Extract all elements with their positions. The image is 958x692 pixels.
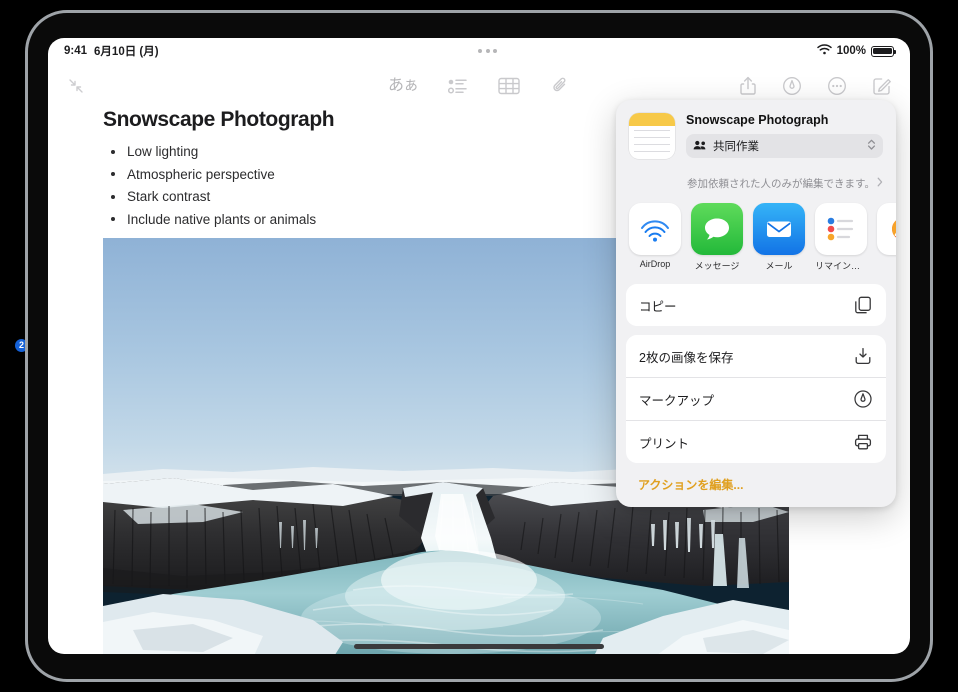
text-format-button[interactable]: あぁ: [388, 78, 419, 94]
share-sheet-header-main: Snowscape Photograph 共同作業: [686, 113, 883, 158]
action-label: 2枚の画像を保存: [639, 350, 734, 365]
people-icon: [693, 140, 707, 153]
status-date: 6月10日 (月): [94, 46, 159, 58]
status-time: 9:41: [64, 45, 88, 57]
more-ellipsis-icon[interactable]: [827, 76, 847, 96]
permission-row[interactable]: 参加依頼された人のみが編集できます。: [616, 169, 896, 201]
toolbar-center: あぁ: [236, 76, 722, 96]
ipad-device: 9:41 6月10日 (月) 100% あぁ Snowscape Photogr…: [25, 10, 933, 682]
toolbar-left: [66, 76, 236, 96]
messages-icon: [691, 203, 743, 255]
collaboration-label: 共同作業: [713, 141, 759, 153]
multitask-dots-icon[interactable]: [478, 49, 498, 53]
share-app-freeform[interactable]: フ: [877, 203, 896, 272]
share-app-label: メッセージ: [694, 261, 740, 271]
markup-pen-icon[interactable]: [782, 76, 802, 96]
action-save-images[interactable]: 2枚の画像を保存: [626, 335, 886, 377]
notes-app-icon: [629, 113, 675, 159]
collaboration-select[interactable]: 共同作業: [686, 134, 883, 158]
action-print[interactable]: プリント: [626, 420, 886, 463]
save-image-icon: [853, 346, 873, 366]
share-app-mail[interactable]: メール: [753, 203, 805, 272]
battery-percent: 100%: [836, 45, 866, 57]
share-icon[interactable]: [739, 76, 757, 96]
markup-pen-icon: [853, 389, 873, 409]
action-group-primary: コピー: [626, 284, 886, 326]
share-app-label: リマインダー: [815, 261, 867, 271]
freeform-icon: [877, 203, 896, 255]
status-bar-right: 100%: [816, 44, 897, 58]
chevron-up-down-icon: [867, 138, 876, 154]
home-indicator[interactable]: [354, 644, 604, 649]
share-app-messages[interactable]: メッセージ: [691, 203, 743, 272]
edit-actions-link[interactable]: アクションを編集...: [616, 472, 896, 499]
copy-icon: [853, 295, 873, 315]
action-label: コピー: [639, 299, 677, 314]
share-app-label: メール: [765, 261, 793, 271]
collapse-arrows-icon[interactable]: [66, 76, 86, 96]
share-app-label: フ: [877, 259, 896, 272]
battery-icon: [871, 45, 897, 57]
reminders-icon: [815, 203, 867, 255]
share-sheet: Snowscape Photograph 共同作業 参加依頼された人のみが編集で…: [616, 100, 896, 507]
toolbar-right: [722, 76, 892, 96]
status-bar-left: 9:41 6月10日 (月): [64, 43, 159, 59]
share-document-title: Snowscape Photograph: [686, 113, 829, 127]
ipad-screen: 9:41 6月10日 (月) 100% あぁ Snowscape Photogr…: [48, 38, 910, 654]
share-app-label: AirDrop: [639, 259, 671, 269]
compose-icon[interactable]: [872, 76, 892, 96]
airdrop-icon: [629, 203, 681, 255]
share-app-airdrop[interactable]: AirDrop: [629, 203, 681, 272]
paperclip-icon[interactable]: [550, 76, 570, 96]
table-icon[interactable]: [498, 77, 520, 95]
share-app-row: AirDrop メッセージ メール リマインダー: [616, 201, 896, 284]
action-label: プリント: [639, 436, 690, 451]
status-bar: 9:41 6月10日 (月) 100%: [48, 38, 910, 64]
checklist-icon[interactable]: [447, 78, 468, 95]
chevron-right-icon: [877, 177, 883, 190]
action-label: マークアップ: [639, 393, 715, 408]
status-bar-center: [159, 49, 817, 53]
action-copy[interactable]: コピー: [626, 284, 886, 326]
share-sheet-header: Snowscape Photograph 共同作業: [616, 100, 896, 169]
action-markup[interactable]: マークアップ: [626, 377, 886, 420]
printer-icon: [853, 432, 873, 452]
share-app-reminders[interactable]: リマインダー: [815, 203, 867, 272]
action-group-secondary: 2枚の画像を保存 マークアップ プリント: [626, 335, 886, 463]
wifi-icon: [816, 44, 832, 58]
permission-text: 参加依頼された人のみが編集できます。: [687, 178, 875, 190]
mail-icon: [753, 203, 805, 255]
